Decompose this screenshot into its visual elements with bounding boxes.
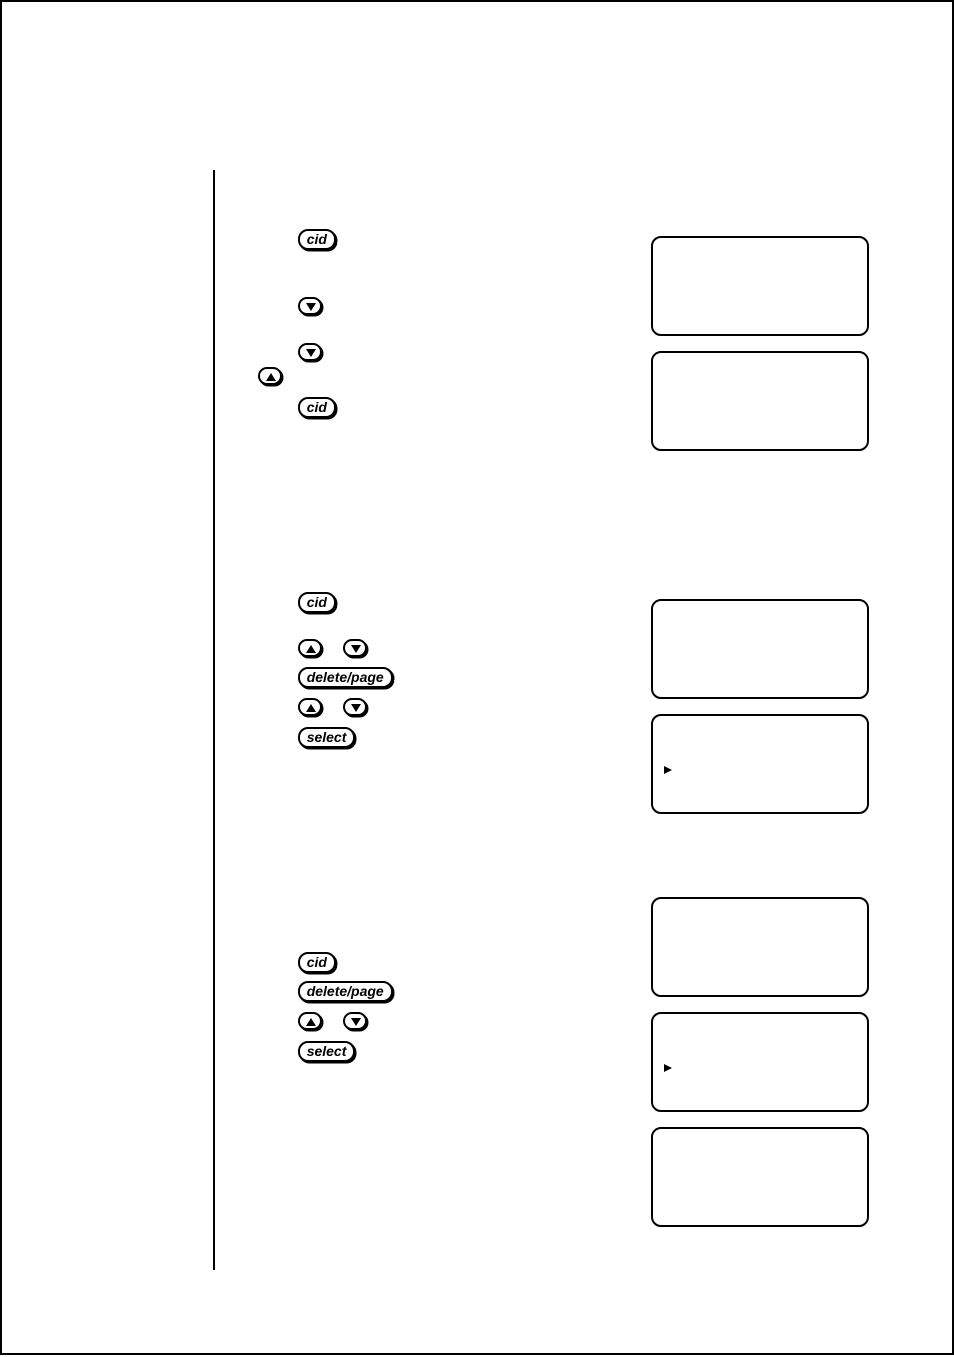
step-a3-cont: to scroll from first to last. <box>258 366 449 386</box>
lcd-screen: NEW:0210:30PM TOTAL:03 2/14 1 <box>651 897 869 997</box>
section-body-text: Deleting all records at once erases all … <box>233 888 613 948</box>
page-subtitle: Caller ID with Call Waiting Operation <box>80 113 878 135</box>
step-a4: 4. Press cid or wait about 20 seconds to… <box>233 397 552 418</box>
step-b1: 1. Press cid. <box>233 592 340 613</box>
step-b5-cont: ID list. <box>258 749 300 769</box>
delete-page-button[interactable]: delete/page <box>298 981 393 1002</box>
up-arrow-button[interactable] <box>258 367 282 385</box>
page-title: Caller ID <box>80 64 878 109</box>
down-arrow-button[interactable] <box>343 639 367 657</box>
step-b5: 5. Press select. The record is deleted f… <box>233 727 607 748</box>
cid-button[interactable]: cid <box>298 229 336 250</box>
select-button[interactable]: select <box>298 727 356 748</box>
down-arrow-button[interactable] <box>343 698 367 716</box>
step-a4-cont: reviewing. <box>258 419 326 439</box>
step-a1: 1. Press cid. The summary screen shows t… <box>233 229 557 250</box>
select-button[interactable]: select <box>298 1041 356 1062</box>
delete-page-button[interactable]: delete/page <box>298 667 393 688</box>
lcd-screen: Delete All Caller ID Data? Yes No <box>651 1012 869 1112</box>
step-c3: 3. Press or to select Yes or No. <box>233 1011 501 1031</box>
down-arrow-button[interactable] <box>343 1012 367 1030</box>
page-number: 29 <box>861 1294 878 1311</box>
up-arrow-button[interactable] <box>298 1012 322 1030</box>
lcd-screen: NEW:0210:30PM TOTAL:03 2/14 1 <box>651 236 869 336</box>
step-a2: 2. Press to view the last call received. <box>233 296 517 316</box>
up-arrow-button[interactable] <box>298 698 322 716</box>
section-title-reviewing: Reviewing Caller ID Records <box>233 197 477 218</box>
lcd-screen: 555-123410:30PM ID:M.JONES 2/14 NEW2 <box>651 351 869 451</box>
cid-button[interactable]: cid <box>298 952 336 973</box>
step-c4: 4. Press select. All records are deleted… <box>233 1041 572 1062</box>
cid-button[interactable]: cid <box>298 592 336 613</box>
lcd-screen: 555-123410:30PM ID:M.JONES 2/14 NEW2 <box>651 599 869 699</box>
step-b4: 4. Press or to select Yes or No. <box>233 697 501 717</box>
lcd-screen: Delete Caller ID Record? Yes No <box>651 714 869 814</box>
down-arrow-button[interactable] <box>298 343 322 361</box>
divider-line <box>213 170 215 1270</box>
step-c2: 2. Press delete/page when the summary sc… <box>233 981 635 1002</box>
up-arrow-button[interactable] <box>298 639 322 657</box>
step-b3: 3. Press delete/page. <box>233 667 397 688</box>
step-a1-cont: number of new calls and total calls. <box>258 251 491 271</box>
cid-button[interactable]: cid <box>298 397 336 418</box>
section-title-deleting-one: Deleting a Caller ID Record <box>233 560 464 581</box>
section-title-deleting-all: Deleting All Caller ID Records <box>233 860 486 881</box>
step-c4-cont: Caller ID list. <box>258 1063 343 1083</box>
step-c1: 1. Press cid. <box>233 952 340 973</box>
step-b2: 2. Press or to display the desired recor… <box>233 638 564 658</box>
down-arrow-button[interactable] <box>298 297 322 315</box>
lcd-screen: No Data 1 <box>651 1127 869 1227</box>
step-a3: 3. Press to scroll from last to first or… <box>233 342 543 362</box>
side-section-label: BASIC OPERATION <box>52 722 73 904</box>
